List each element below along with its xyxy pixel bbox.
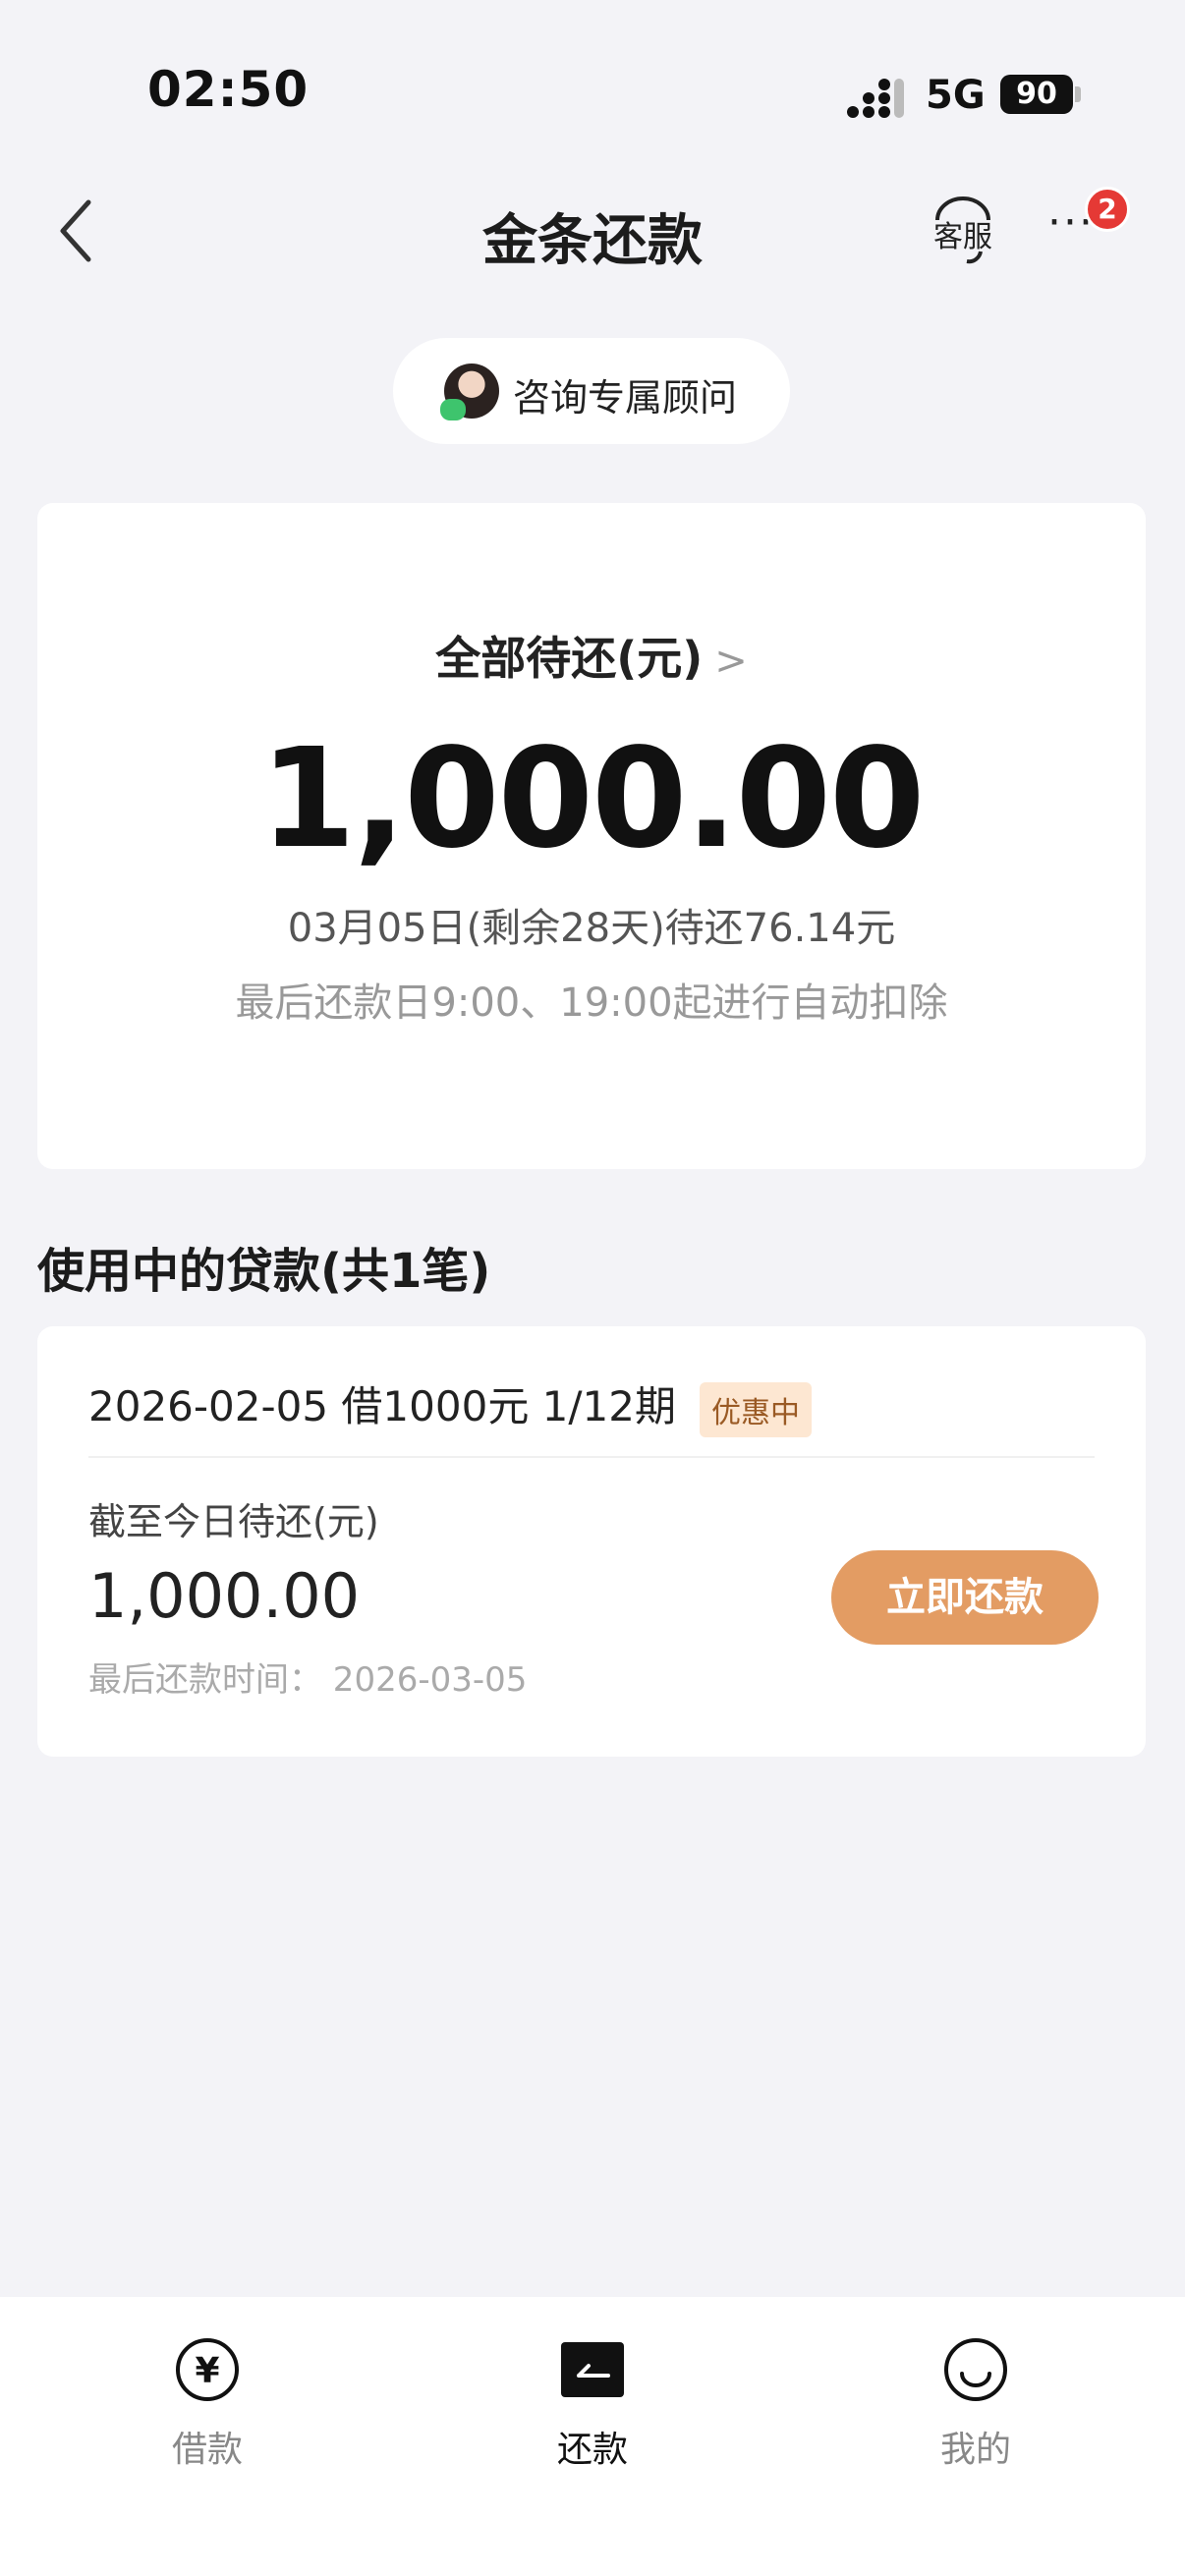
- loan-card[interactable]: 2026-02-05 借1000元 1/12期 优惠中 截至今日待还(元) 1,0…: [37, 1326, 1146, 1757]
- status-time: 02:50: [147, 61, 310, 118]
- page-title: 金条还款: [482, 209, 703, 273]
- advisor-button[interactable]: 咨询专属顾问: [393, 338, 790, 444]
- total-due-amount: 1,000.00: [259, 719, 926, 879]
- bottom-tab-bar: ¥ 借款 还款 我的: [0, 2297, 1185, 2576]
- signal-icon: [847, 79, 904, 118]
- repay-now-button[interactable]: 立即还款: [831, 1550, 1099, 1645]
- svg-text:¥: ¥: [195, 2351, 219, 2391]
- repayment-summary-card: 全部待还(元) > 1,000.00 03月05日(剩余28天)待还76.14元 …: [37, 503, 1146, 1169]
- tab-mine-label: 我的: [939, 2430, 1011, 2470]
- customer-service-button[interactable]: 客服: [924, 193, 1002, 271]
- auto-deduct-note: 最后还款日9:00、19:00起进行自动扣除: [235, 980, 948, 1026]
- last-repayment-date: 最后还款时间： 2026-03-05: [88, 1660, 528, 1700]
- promo-tag: 优惠中: [700, 1381, 812, 1437]
- due-today-label: 截至今日待还(元): [88, 1500, 379, 1543]
- due-today-amount: 1,000.00: [88, 1560, 361, 1632]
- tab-borrow[interactable]: ¥ 借款: [109, 2336, 306, 2472]
- tab-repay-label: 还款: [556, 2430, 628, 2470]
- total-due-link[interactable]: 全部待还(元) >: [37, 623, 1146, 688]
- yen-circle-icon: ¥: [176, 2338, 239, 2401]
- repay-icon: [561, 2342, 624, 2397]
- battery-tip: [1075, 86, 1081, 102]
- total-due-title: 全部待还(元): [435, 632, 704, 685]
- customer-service-label: 客服: [933, 220, 992, 254]
- tab-mine[interactable]: 我的: [877, 2336, 1074, 2472]
- network-type: 5G: [926, 73, 986, 118]
- chevron-right-icon: >: [714, 639, 748, 684]
- divider: [88, 1456, 1095, 1458]
- active-loans-title: 使用中的贷款(共1笔): [37, 1244, 491, 1299]
- loan-header: 2026-02-05 借1000元 1/12期 优惠中: [88, 1373, 812, 1437]
- loan-summary: 2026-02-05 借1000元 1/12期: [88, 1382, 676, 1430]
- notification-badge: 2: [1085, 187, 1130, 232]
- advisor-label: 咨询专属顾问: [513, 376, 738, 420]
- smile-face-icon: [944, 2338, 1007, 2401]
- tab-repay[interactable]: 还款: [494, 2336, 691, 2472]
- next-due-info: 03月05日(剩余28天)待还76.14元: [287, 906, 896, 951]
- tab-borrow-label: 借款: [171, 2430, 243, 2470]
- wechat-icon: [440, 399, 466, 420]
- battery-indicator: 90: [1000, 75, 1073, 114]
